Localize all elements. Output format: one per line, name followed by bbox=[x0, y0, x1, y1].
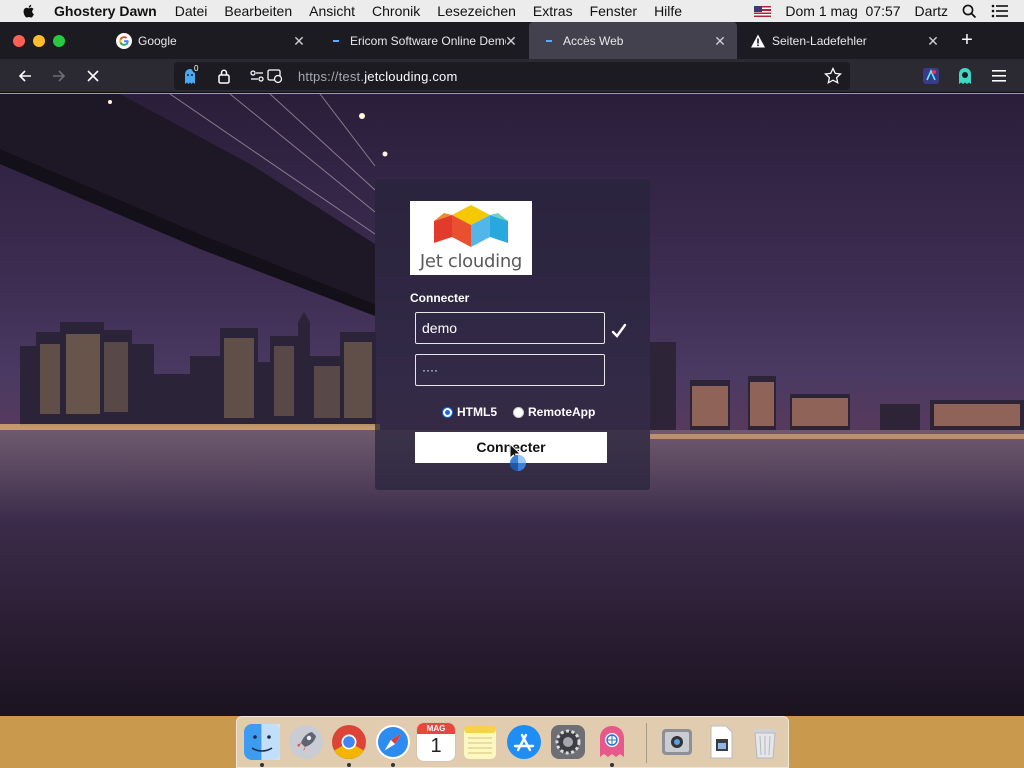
close-tab-icon[interactable]: ✕ bbox=[504, 33, 518, 50]
username-field[interactable]: demo bbox=[415, 312, 605, 344]
macos-menubar: Ghostery Dawn Datei Bearbeiten Ansicht C… bbox=[0, 0, 1024, 22]
checkmark-icon bbox=[611, 323, 627, 338]
hamburger-menu-icon[interactable] bbox=[991, 69, 1007, 83]
url-domain: jetclouding.com bbox=[364, 69, 458, 84]
blue-dash-icon bbox=[541, 33, 557, 49]
app-store-icon[interactable] bbox=[505, 723, 543, 761]
calendar-month: MAG bbox=[417, 723, 455, 734]
new-tab-button[interactable]: + bbox=[957, 30, 977, 50]
stop-loading-button[interactable] bbox=[81, 64, 105, 88]
warning-icon bbox=[750, 33, 766, 49]
ghostery-badge: 0 bbox=[192, 64, 201, 73]
radio-remoteapp-dot[interactable] bbox=[513, 406, 524, 418]
document-icon[interactable] bbox=[702, 723, 740, 761]
menu-hilfe[interactable]: Hilfe bbox=[654, 3, 682, 19]
password-field[interactable]: ···· bbox=[415, 354, 605, 386]
tab-label: Seiten-Ladefehler bbox=[772, 33, 867, 48]
safari-running-indicator bbox=[391, 763, 395, 767]
blue-dash-icon bbox=[328, 33, 344, 49]
window-zoom-button[interactable] bbox=[53, 35, 65, 47]
menu-fenster[interactable]: Fenster bbox=[590, 3, 637, 19]
radio-html5[interactable]: HTML5 bbox=[442, 405, 497, 419]
arrow-right-icon bbox=[53, 70, 66, 82]
tab-google[interactable]: Google ✕ bbox=[104, 22, 316, 59]
tab-label: Accès Web bbox=[563, 33, 624, 48]
tab-ericom-demo[interactable]: Ericom Software Online Demo ✕ bbox=[316, 22, 528, 59]
apple-icon[interactable] bbox=[21, 3, 37, 19]
menu-ansicht[interactable]: Ansicht bbox=[309, 3, 355, 19]
menu-datei[interactable]: Datei bbox=[175, 3, 208, 19]
radio-remoteapp-label: RemoteApp bbox=[528, 405, 596, 419]
window-minimize-button[interactable] bbox=[33, 35, 45, 47]
browser-tab-bar: Google ✕ Ericom Software Online Demo ✕ A… bbox=[0, 22, 1024, 59]
url-prefix: https://test. bbox=[298, 69, 365, 84]
notes-icon[interactable] bbox=[461, 723, 499, 761]
dock-separator bbox=[646, 723, 647, 763]
tab-seiten-ladefehler[interactable]: Seiten-Ladefehler ✕ bbox=[738, 22, 950, 59]
arrow-left-icon bbox=[18, 70, 31, 82]
cube-logo-icon bbox=[434, 205, 508, 247]
calendar-icon[interactable]: MAG 1 bbox=[417, 723, 455, 761]
url-bar[interactable]: 0 https://test.jetclouding.com bbox=[174, 62, 850, 90]
menubar-user[interactable]: Dartz bbox=[915, 3, 948, 19]
permissions-icon[interactable] bbox=[250, 68, 284, 84]
tab-label: Google bbox=[138, 33, 177, 48]
window-close-button[interactable] bbox=[13, 35, 25, 47]
chrome-icon[interactable] bbox=[330, 723, 368, 761]
ghostery-extension-button[interactable]: 0 bbox=[180, 64, 204, 87]
macos-dock: MAG 1 bbox=[236, 716, 789, 768]
menu-chronik[interactable]: Chronik bbox=[372, 3, 420, 19]
close-tab-icon[interactable]: ✕ bbox=[713, 33, 727, 50]
bookmark-star-icon[interactable] bbox=[824, 67, 842, 85]
launchpad-rocket-icon[interactable] bbox=[287, 723, 325, 761]
trash-icon[interactable] bbox=[746, 723, 784, 761]
logo-text: Jet clouding bbox=[419, 251, 523, 272]
close-tab-icon[interactable]: ✕ bbox=[926, 33, 940, 50]
url-text[interactable]: https://test.jetclouding.com bbox=[298, 69, 458, 84]
ghostery-running-indicator bbox=[610, 763, 614, 767]
screenshot-icon[interactable] bbox=[658, 723, 696, 761]
ghostery-browser-icon[interactable] bbox=[593, 723, 631, 761]
google-icon bbox=[116, 32, 132, 49]
tab-label: Ericom Software Online Demo bbox=[350, 33, 506, 48]
chrome-running-indicator bbox=[347, 763, 351, 767]
extension-icon[interactable] bbox=[922, 67, 940, 85]
close-icon bbox=[87, 70, 99, 82]
login-title: Connecter bbox=[410, 291, 470, 305]
close-tab-icon[interactable]: ✕ bbox=[292, 33, 306, 50]
menubar-app-name[interactable]: Ghostery Dawn bbox=[54, 3, 157, 19]
calendar-day: 1 bbox=[430, 735, 442, 757]
menu-lesezeichen[interactable]: Lesezeichen bbox=[437, 3, 516, 19]
system-preferences-gear-icon[interactable] bbox=[549, 723, 587, 761]
menu-bearbeiten[interactable]: Bearbeiten bbox=[224, 3, 292, 19]
radio-remoteapp[interactable]: RemoteApp bbox=[513, 405, 595, 419]
jetclouding-logo: Jet clouding bbox=[410, 201, 532, 275]
back-button[interactable] bbox=[13, 64, 37, 88]
browser-navigation-bar: 0 https://test.jetclouding.com bbox=[0, 59, 1024, 93]
control-center-icon[interactable] bbox=[991, 4, 1009, 18]
tab-acces-web[interactable]: Accès Web ✕ bbox=[529, 22, 737, 59]
finder-running-indicator bbox=[260, 763, 264, 767]
spotlight-search-icon[interactable] bbox=[962, 4, 977, 19]
lock-icon[interactable] bbox=[217, 68, 231, 84]
forward-button[interactable] bbox=[47, 64, 71, 88]
reader-extension-icon[interactable] bbox=[956, 67, 974, 85]
mouse-cursor-icon bbox=[509, 443, 526, 471]
menu-extras[interactable]: Extras bbox=[533, 3, 573, 19]
safari-icon[interactable] bbox=[374, 723, 412, 761]
radio-html5-label: HTML5 bbox=[457, 405, 497, 419]
finder-icon[interactable] bbox=[243, 723, 281, 761]
web-page-content: Jet clouding Connecter demo ···· HTML5 R… bbox=[0, 94, 1024, 716]
input-source-flag-icon[interactable] bbox=[754, 5, 772, 17]
menubar-datetime[interactable]: Dom 1 mag 07:57 bbox=[785, 3, 900, 19]
radio-html5-dot[interactable] bbox=[442, 406, 453, 418]
